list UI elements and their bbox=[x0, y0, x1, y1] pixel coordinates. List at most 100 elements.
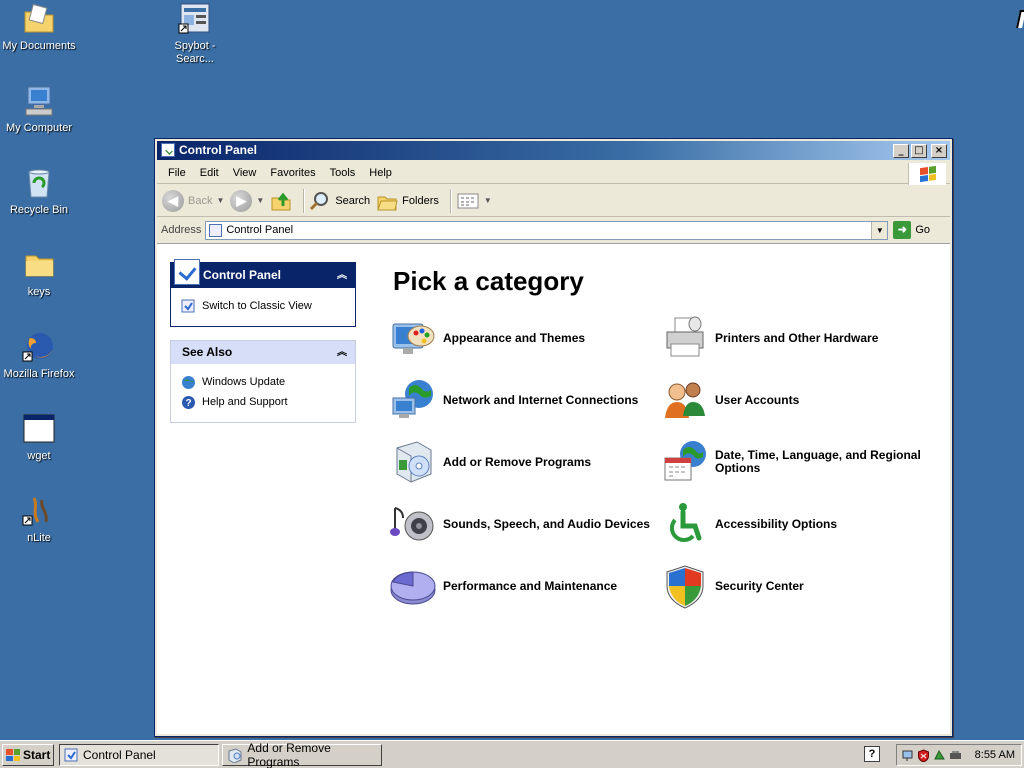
see-also-pane: See Also ︽ Windows Update ? Help and Sup… bbox=[170, 340, 356, 423]
category-label: Performance and Maintenance bbox=[443, 578, 618, 593]
category-user-accounts[interactable]: User Accounts bbox=[661, 376, 799, 424]
views-grid-icon bbox=[457, 193, 479, 208]
back-button[interactable]: ◀ Back ▼ bbox=[162, 189, 224, 212]
desktop-icon-keys[interactable]: keys bbox=[0, 248, 78, 299]
menu-help[interactable]: Help bbox=[362, 167, 399, 179]
taskbar-item-label: Control Panel bbox=[83, 748, 156, 762]
desktop-icon-my-documents[interactable]: My Documents bbox=[0, 2, 78, 53]
search-label: Search bbox=[335, 194, 371, 207]
search-button[interactable]: Search bbox=[309, 190, 370, 212]
page-title: Pick a category bbox=[393, 266, 584, 296]
sound-icon bbox=[390, 507, 434, 541]
help-and-support-label: Help and Support bbox=[202, 396, 288, 408]
category-printers-hardware[interactable]: Printers and Other Hardware bbox=[661, 314, 878, 362]
menu-tools[interactable]: Tools bbox=[323, 167, 363, 179]
task-pane-header[interactable]: Control Panel ︽ bbox=[171, 259, 355, 288]
control-panel-window: Control Panel _ □ × File Edit View Favor… bbox=[154, 138, 953, 737]
desktop-icon-wget[interactable]: wget bbox=[0, 412, 78, 463]
start-button[interactable]: Start bbox=[2, 744, 54, 766]
category-label: Date, Time, Language, and Regional Optio… bbox=[715, 448, 921, 475]
forward-button[interactable]: ▶ ▼ bbox=[230, 189, 265, 212]
category-performance-maintenance[interactable]: Performance and Maintenance bbox=[389, 562, 617, 610]
appearance-icon bbox=[392, 323, 435, 354]
category-accessibility[interactable]: Accessibility Options bbox=[661, 500, 837, 548]
performance-icon bbox=[390, 571, 436, 605]
folders-button[interactable]: Folders bbox=[376, 190, 439, 212]
windows-logo-icon bbox=[908, 163, 946, 185]
chevron-down-icon: ▼ bbox=[256, 196, 265, 205]
spybot-shortcut-icon bbox=[178, 2, 212, 36]
address-label: Address bbox=[161, 224, 202, 236]
printer-icon bbox=[666, 316, 704, 357]
safely-remove-hardware-icon[interactable] bbox=[949, 749, 962, 762]
desktop-icon-label: My Computer bbox=[5, 122, 73, 134]
menu-view[interactable]: View bbox=[226, 167, 264, 179]
title-bar[interactable]: Control Panel _ □ × bbox=[157, 141, 950, 160]
toolbar-separator bbox=[303, 188, 305, 213]
category-label: Sounds, Speech, and Audio Devices bbox=[443, 516, 650, 531]
close-button[interactable]: × bbox=[931, 144, 947, 158]
collapse-icon[interactable]: ︽ bbox=[337, 263, 347, 288]
help-button[interactable]: ? bbox=[864, 746, 880, 762]
add-remove-programs-icon bbox=[228, 748, 242, 763]
add-remove-programs-icon bbox=[396, 441, 432, 483]
system-tray: 8:55 AM bbox=[896, 744, 1022, 766]
desktop-icon-recycle-bin[interactable]: Recycle Bin bbox=[0, 166, 78, 217]
desktop-icon-label: Mozilla Firefox bbox=[3, 368, 75, 380]
see-also-title: See Also bbox=[182, 345, 233, 359]
category-date-time-language[interactable]: Date, Time, Language, and Regional Optio… bbox=[661, 438, 950, 486]
security-shield-icon bbox=[666, 565, 704, 609]
taskbar-item-control-panel[interactable]: Control Panel bbox=[59, 744, 219, 766]
menu-edit[interactable]: Edit bbox=[193, 167, 226, 179]
search-icon bbox=[310, 191, 329, 210]
help-and-support-link[interactable]: ? Help and Support bbox=[181, 392, 345, 412]
toolbar: ◀ Back ▼ ▶ ▼ Search Folders ▼ bbox=[157, 185, 950, 217]
desktop-icon-label: Recycle Bin bbox=[9, 204, 69, 216]
desktop-icon-label: nLite bbox=[27, 532, 51, 544]
spybot-tray-icon[interactable] bbox=[933, 749, 946, 762]
date-time-icon bbox=[664, 441, 706, 481]
minimize-button[interactable]: _ bbox=[893, 144, 909, 158]
back-arrow-icon: ◀ bbox=[162, 189, 184, 212]
views-button[interactable]: ▼ bbox=[456, 191, 492, 211]
menu-file[interactable]: File bbox=[161, 167, 193, 179]
see-also-header[interactable]: See Also ︽ bbox=[171, 341, 355, 364]
desktop-icon-firefox[interactable]: Mozilla Firefox bbox=[0, 330, 78, 381]
category-network-internet[interactable]: Network and Internet Connections bbox=[389, 376, 638, 424]
category-appearance-themes[interactable]: Appearance and Themes bbox=[389, 314, 585, 362]
taskbar-item-add-remove-programs[interactable]: Add or Remove Programs bbox=[222, 741, 382, 768]
go-button[interactable]: ➜ Go bbox=[893, 221, 930, 239]
toolbar-separator bbox=[449, 188, 451, 213]
recycle-bin-icon bbox=[22, 166, 56, 200]
desktop-icon-spybot[interactable]: Spybot - Searc... bbox=[156, 2, 234, 66]
category-add-remove-programs[interactable]: Add or Remove Programs bbox=[389, 438, 591, 486]
desktop-icon-nlite[interactable]: nLite bbox=[0, 494, 78, 545]
category-label: Security Center bbox=[715, 578, 804, 593]
maximize-button[interactable]: □ bbox=[911, 144, 927, 158]
switch-classic-view-link[interactable]: Switch to Classic View bbox=[181, 296, 345, 316]
control-panel-task-pane: Control Panel ︽ Switch to Classic View bbox=[170, 259, 356, 327]
go-label: Go bbox=[915, 224, 931, 236]
up-folder-button[interactable] bbox=[270, 190, 292, 212]
category-sounds-audio[interactable]: Sounds, Speech, and Audio Devices bbox=[389, 500, 650, 548]
address-input[interactable]: Control Panel ▼ bbox=[205, 220, 889, 240]
task-pane-title: Control Panel bbox=[203, 268, 282, 282]
address-dropdown-button[interactable]: ▼ bbox=[871, 221, 888, 239]
folder-icon bbox=[22, 248, 56, 282]
folder-documents-icon bbox=[22, 2, 56, 36]
security-alert-icon[interactable] bbox=[917, 748, 930, 762]
desktop-icon-my-computer[interactable]: My Computer bbox=[0, 84, 78, 135]
category-security-center[interactable]: Security Center bbox=[661, 562, 804, 610]
network-tray-icon[interactable] bbox=[901, 749, 914, 762]
content-area: Control Panel ︽ Switch to Classic View S… bbox=[157, 243, 950, 734]
users-icon bbox=[665, 382, 705, 418]
category-label: User Accounts bbox=[715, 392, 800, 407]
firefox-icon bbox=[22, 330, 56, 364]
windows-logo-icon bbox=[6, 749, 20, 761]
menu-favorites[interactable]: Favorites bbox=[263, 167, 322, 179]
collapse-icon[interactable]: ︽ bbox=[337, 341, 347, 364]
control-panel-icon bbox=[209, 223, 223, 237]
clock[interactable]: 8:55 AM bbox=[975, 749, 1021, 761]
forward-arrow-icon: ▶ bbox=[230, 189, 253, 212]
windows-update-link[interactable]: Windows Update bbox=[181, 372, 345, 392]
